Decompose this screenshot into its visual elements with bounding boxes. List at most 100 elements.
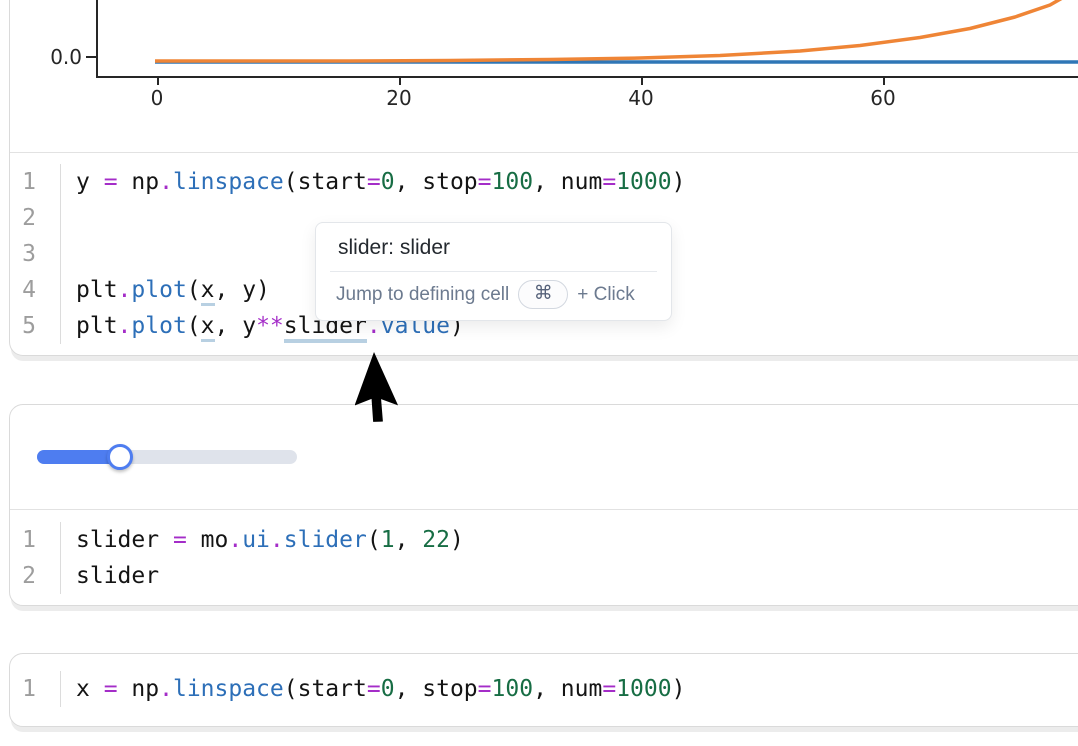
code-token: np [118,676,160,702]
code-token: = [602,169,616,195]
code-token: 22 [422,527,450,553]
code-token: . [159,169,173,195]
code-editor[interactable]: 1x = np.linspace(start=0, stop=100, num=… [10,654,1078,724]
series-orange-line [155,0,1064,61]
plot-canvas [98,0,1078,76]
code-text [61,200,76,236]
code-token: = [367,676,381,702]
code-token: = [478,676,492,702]
command-key-badge: ⌘ [518,280,568,309]
x-tick-label: 20 [369,86,429,110]
code-token: , num [533,676,602,702]
code-token: (start [284,169,367,195]
code-token: ( [187,277,201,303]
x-variable-reference[interactable]: x [201,313,215,342]
code-token: ) [450,527,464,553]
code-token: , y) [215,277,270,303]
code-token: = [367,169,381,195]
slider-output [10,405,1078,509]
code-line[interactable]: 2 slider [10,558,1078,594]
code-text: y = np.linspace(start=0, stop=100, num=1… [61,164,685,200]
x-tick-label: 40 [611,86,671,110]
x-tick-mark [399,78,401,85]
code-token: linspace [173,169,284,195]
x-tick-label: 0 [127,86,187,110]
y-tick-label: 0.0 [50,45,82,69]
tooltip-hint-suffix: + Click [577,284,635,306]
code-token: . [228,527,242,553]
code-token: x [76,676,104,702]
code-token: plt [76,277,118,303]
line-number: 1 [10,164,61,200]
code-line[interactable]: 1slider = mo.ui.slider(1, 22) [10,522,1078,558]
code-token: , num [533,169,602,195]
code-token: plt [76,313,118,339]
code-token: , stop [395,169,478,195]
code-text [61,236,76,272]
code-token: (start [284,676,367,702]
code-token: 100 [492,169,534,195]
code-token: 100 [492,676,534,702]
line-number: 4 [10,272,61,308]
line-number: 3 [10,236,61,272]
line-number: 5 [10,308,61,344]
code-token: . [159,676,173,702]
x-tick-mark [157,78,159,85]
code-token: ( [367,527,381,553]
line-number: 1 [10,522,61,558]
code-line[interactable]: 1x = np.linspace(start=0, stop=100, num=… [10,671,1078,707]
code-token: linspace [173,676,284,702]
code-token: plot [131,313,186,339]
code-editor[interactable]: 1slider = mo.ui.slider(1, 22)2slider [10,509,1078,606]
y-tick-mark [86,56,96,58]
cell-x-definition: 1x = np.linspace(start=0, stop=100, num=… [9,653,1078,727]
x-variable-reference[interactable]: x [201,277,215,306]
line-number: 2 [10,558,61,594]
slider-handle[interactable] [107,444,133,470]
code-token: = [478,169,492,195]
code-token: , [395,527,423,553]
code-token: = [104,169,118,195]
code-token: = [602,676,616,702]
mouse-cursor-icon [355,346,427,438]
marimo-notebook: 0.0 0 20 40 60 1y = np.linspace(start=0,… [0,0,1078,746]
code-token: slider [284,527,367,553]
slider-track[interactable] [37,450,297,464]
code-token: ) [672,676,686,702]
code-token: , stop [395,676,478,702]
code-token: mo [187,527,229,553]
code-token: ui [242,527,270,553]
code-token: . [270,527,284,553]
code-token: 1 [381,527,395,553]
code-text: plt.plot(x, y) [61,272,270,308]
tooltip-title: slider: slider [316,223,671,271]
code-token: 1000 [616,676,671,702]
plot-output: 0.0 0 20 40 60 [10,0,1078,152]
code-token: ( [187,313,201,339]
code-token: 0 [381,676,395,702]
cell-slider: 1slider = mo.ui.slider(1, 22)2slider [9,404,1078,606]
code-line[interactable]: 1y = np.linspace(start=0, stop=100, num=… [10,164,1078,200]
code-token: y [76,169,104,195]
tooltip-hint-text: Jump to defining cell [336,284,509,306]
x-tick-label: 60 [853,86,913,110]
code-token: . [118,277,132,303]
x-axis-spine [96,76,1078,78]
code-token: 0 [381,169,395,195]
tooltip-hint-row: Jump to defining cell ⌘ + Click [316,272,671,320]
code-token: slider [76,527,173,553]
code-token: , y [215,313,257,339]
code-token: = [104,676,118,702]
code-token: ** [256,313,284,339]
x-tick-mark [641,78,643,85]
code-token: np [118,169,160,195]
code-token: slider [76,563,159,589]
code-token: ) [672,169,686,195]
code-token: = [173,527,187,553]
code-token: . [118,313,132,339]
variable-tooltip: slider: slider Jump to defining cell ⌘ +… [315,222,672,321]
code-text: x = np.linspace(start=0, stop=100, num=1… [61,671,685,707]
code-token: 1000 [616,169,671,195]
code-token: plot [131,277,186,303]
code-text: slider [61,558,159,594]
